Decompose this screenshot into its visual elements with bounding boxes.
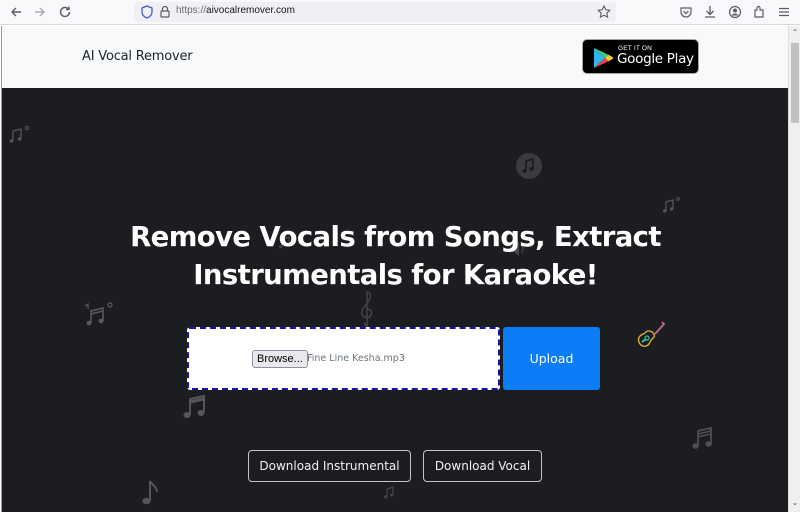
url-host: aivocalremover.com <box>206 5 295 16</box>
download-vocal-button[interactable]: Download Vocal <box>423 450 542 482</box>
music-notes-icon <box>382 484 398 504</box>
account-icon[interactable] <box>727 4 743 20</box>
treble-clef-icon <box>357 288 377 332</box>
extensions-icon[interactable] <box>751 4 767 20</box>
music-circle-icon <box>515 152 543 184</box>
hero-section: Remove Vocals from Songs, Extract Instru… <box>2 88 788 512</box>
browse-button[interactable]: Browse... <box>252 350 308 368</box>
music-notes-icon <box>660 196 682 218</box>
web-page: AI Vocal Remover GET IT ON Google Play R… <box>1 26 788 512</box>
browser-toolbar: https://aivocalremover.com <box>0 0 800 25</box>
shield-icon[interactable] <box>139 4 155 20</box>
back-icon[interactable] <box>8 4 24 20</box>
beamed-notes-icon <box>182 393 208 425</box>
site-header: AI Vocal Remover GET IT ON Google Play <box>2 26 788 88</box>
url-text[interactable]: https://aivocalremover.com <box>176 5 295 16</box>
hero-title-line-2: Instrumentals for Karaoke! <box>193 259 598 291</box>
google-play-logo-icon <box>594 48 614 68</box>
guitar-icon <box>636 320 666 356</box>
site-brand[interactable]: AI Vocal Remover <box>82 49 193 64</box>
forward-icon[interactable] <box>32 4 48 20</box>
google-play-badge[interactable]: GET IT ON Google Play <box>582 39 699 74</box>
lock-icon[interactable] <box>157 4 173 20</box>
hero-title-line-1: Remove Vocals from Songs, Extract <box>130 221 661 253</box>
music-notes-icon <box>82 300 114 332</box>
hero-title: Remove Vocals from Songs, Extract Instru… <box>2 218 788 294</box>
google-play-big-text: Google Play <box>617 51 694 67</box>
upload-button[interactable]: Upload <box>503 327 600 390</box>
scroll-down-arrow-icon[interactable]: ⌄ <box>791 498 799 508</box>
selected-file-name: Fine Line Kesha.mp3 <box>307 353 405 364</box>
menu-icon[interactable] <box>776 4 792 20</box>
reload-icon[interactable] <box>57 4 73 20</box>
page-scrollbar[interactable]: ⌃ ⌄ <box>788 26 800 512</box>
url-bar[interactable]: https://aivocalremover.com <box>134 2 616 22</box>
url-scheme: https:// <box>176 5 207 16</box>
file-dropzone[interactable]: Browse... Fine Line Kesha.mp3 <box>187 327 500 390</box>
scroll-up-arrow-icon[interactable]: ⌃ <box>791 28 799 38</box>
bookmark-star-icon[interactable] <box>596 4 612 20</box>
beamed-notes-icon <box>691 423 715 455</box>
download-icon[interactable] <box>702 4 718 20</box>
music-notes-icon <box>7 125 31 149</box>
scrollbar-thumb[interactable] <box>791 43 799 123</box>
pocket-icon[interactable] <box>678 4 694 20</box>
download-instrumental-button[interactable]: Download Instrumental <box>248 450 411 482</box>
eighth-note-icon <box>139 478 163 510</box>
